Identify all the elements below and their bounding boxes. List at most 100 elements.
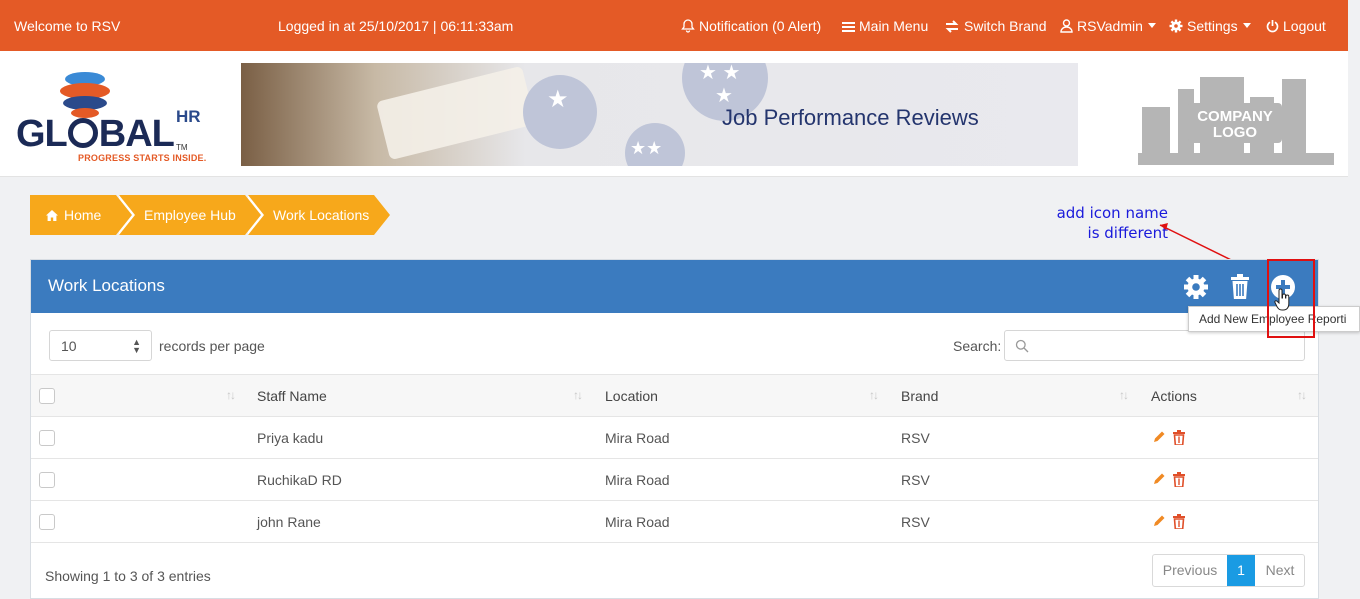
cell-staff-name: john Rane — [257, 514, 321, 530]
banner: ★ ★ ★ ★ ★★ Job Performance Reviews — [241, 63, 1078, 166]
trash-icon[interactable] — [1225, 272, 1255, 302]
delete-icon[interactable] — [1172, 472, 1186, 490]
sort-icon[interactable]: ↑↓ — [1119, 388, 1129, 402]
switch-icon — [945, 20, 959, 33]
delete-icon[interactable] — [1172, 514, 1186, 532]
logo-tm: TM — [176, 143, 188, 152]
annotation-line1: add icon name — [1056, 204, 1168, 222]
records-per-page-select[interactable]: 10 ▲ ▼ — [49, 330, 152, 361]
pagination: Previous 1 Next — [1152, 554, 1305, 587]
breadcrumb-label: Employee Hub — [144, 207, 236, 223]
menu-icon — [842, 22, 855, 32]
global-hr-logo[interactable]: GL BAL HR TM PROGRESS STARTS INSIDE. — [16, 67, 216, 167]
row-checkbox[interactable] — [39, 472, 55, 488]
breadcrumb-label: Work Locations — [273, 207, 370, 223]
settings-icon[interactable] — [1181, 272, 1211, 302]
logout-label: Logout — [1283, 18, 1326, 34]
company-logo-line2: LOGO — [1213, 124, 1257, 141]
select-arrows-icon: ▲ ▼ — [132, 337, 141, 355]
cell-brand: RSV — [901, 472, 930, 488]
bell-icon — [681, 19, 695, 33]
logo-tagline: PROGRESS STARTS INSIDE. — [78, 153, 207, 163]
table-info: Showing 1 to 3 of 3 entries — [45, 568, 211, 584]
company-logo-line1: COMPANY — [1197, 108, 1273, 125]
star-icon: ★ ★ — [699, 63, 741, 84]
cell-location: Mira Road — [605, 430, 670, 446]
search-label: Search: — [953, 338, 1002, 354]
power-icon — [1266, 20, 1279, 33]
records-per-page-label: records per page — [159, 338, 265, 354]
logo-hr: HR — [176, 107, 201, 126]
pencil-icon[interactable] — [1152, 472, 1166, 489]
cell-brand: RSV — [901, 430, 930, 446]
previous-button[interactable]: Previous — [1153, 555, 1227, 586]
search-icon — [1015, 339, 1029, 353]
login-info: Logged in at 25/10/2017 | 06:11:33am — [278, 18, 514, 34]
sort-icon[interactable]: ↑↓ — [573, 388, 583, 402]
user-icon — [1060, 19, 1073, 33]
notification-label: Notification (0 Alert) — [699, 18, 822, 34]
panel-header: Work Locations — [31, 260, 1318, 313]
header: GL BAL HR TM PROGRESS STARTS INSIDE. ★ ★ … — [0, 51, 1348, 177]
breadcrumb-employee-hub[interactable]: Employee Hub — [119, 195, 264, 235]
table-row: RuchikaD RD Mira Road RSV — [31, 458, 1318, 500]
main-menu-label: Main Menu — [859, 18, 929, 34]
panel-title: Work Locations — [48, 276, 165, 295]
cell-location: Mira Road — [605, 514, 670, 530]
settings-label: Settings — [1187, 18, 1238, 34]
breadcrumb-home[interactable]: Home — [30, 195, 135, 235]
header-actions: Actions — [1151, 388, 1197, 404]
table-header-row: ↑↓ Staff Name ↑↓ Location ↑↓ Brand ↑↓ Ac… — [31, 374, 1318, 416]
cell-brand: RSV — [901, 514, 930, 530]
main-menu-link[interactable]: Main Menu — [842, 18, 928, 34]
row-checkbox[interactable] — [39, 514, 55, 530]
header-location[interactable]: Location — [605, 388, 658, 404]
star-icon: ★ — [547, 86, 569, 113]
sort-icon[interactable]: ↑↓ — [1297, 388, 1307, 402]
banner-photo — [375, 65, 537, 161]
sort-icon[interactable]: ↑↓ — [869, 388, 879, 402]
table-bottom-border — [31, 542, 1318, 543]
switch-brand-label: Switch Brand — [964, 18, 1047, 34]
user-menu[interactable]: RSVadmin — [1060, 18, 1156, 34]
gear-icon — [1169, 19, 1183, 33]
records-per-page-value: 10 — [61, 338, 77, 354]
logo-word-part2: BAL — [98, 113, 175, 155]
home-icon — [46, 210, 58, 221]
logout-link[interactable]: Logout — [1266, 18, 1326, 34]
banner-title: Job Performance Reviews — [722, 105, 979, 130]
table-row: john Rane Mira Road RSV — [31, 500, 1318, 542]
row-checkbox[interactable] — [39, 430, 55, 446]
annotation-line2: is different — [1087, 224, 1168, 242]
delete-icon[interactable] — [1172, 430, 1186, 448]
top-bar: Welcome to RSV Logged in at 25/10/2017 |… — [0, 0, 1348, 51]
breadcrumb-work-locations: Work Locations — [248, 195, 390, 235]
company-logo: COMPANY LOGO — [1138, 69, 1334, 165]
table-row: Priya kadu Mira Road RSV — [31, 416, 1318, 458]
hand-cursor-icon — [1274, 288, 1290, 311]
search-input[interactable] — [1004, 330, 1305, 361]
header-brand[interactable]: Brand — [901, 388, 938, 404]
sort-icon[interactable]: ↑↓ — [226, 388, 236, 402]
cell-location: Mira Road — [605, 472, 670, 488]
annotation-note: add icon name is different — [1040, 203, 1168, 243]
pencil-icon[interactable] — [1152, 514, 1166, 531]
chevron-down-icon — [1242, 23, 1251, 28]
next-button[interactable]: Next — [1255, 555, 1305, 586]
breadcrumb-home-label: Home — [64, 207, 102, 223]
settings-menu[interactable]: Settings — [1169, 18, 1251, 34]
logo-word-part1: GL — [16, 113, 68, 155]
star-icon: ★★ — [630, 138, 663, 158]
user-label: RSVadmin — [1077, 18, 1143, 34]
notification-link[interactable]: Notification (0 Alert) — [681, 18, 821, 34]
chevron-down-icon — [1147, 23, 1156, 28]
switch-brand-link[interactable]: Switch Brand — [944, 18, 1046, 34]
cell-staff-name: RuchikaD RD — [257, 472, 342, 488]
pencil-icon[interactable] — [1152, 430, 1166, 447]
page-1-button[interactable]: 1 — [1227, 555, 1255, 586]
logo-o-icon — [67, 118, 98, 148]
select-all-checkbox[interactable] — [39, 388, 55, 404]
header-staff-name[interactable]: Staff Name — [257, 388, 327, 404]
work-locations-panel: Work Locations 10 ▲ ▼ records per page Se… — [30, 259, 1319, 599]
welcome-text: Welcome to RSV — [14, 18, 121, 34]
